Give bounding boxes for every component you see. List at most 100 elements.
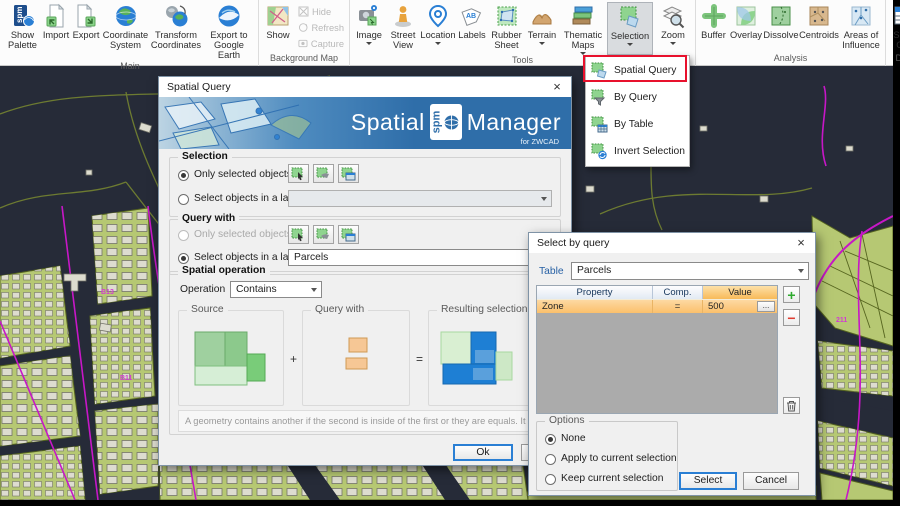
areas-of-influence-icon	[848, 3, 874, 29]
map-icon	[265, 3, 291, 29]
zoom-button[interactable]: Zoom	[653, 2, 693, 55]
brand-word-spatial: Spatial	[351, 109, 425, 136]
select-in-layer-radio[interactable]	[178, 194, 189, 205]
show-table-button[interactable]	[338, 164, 359, 183]
add-condition-button[interactable]: +	[783, 286, 800, 303]
column-header-comp[interactable]: Comp.	[653, 286, 703, 299]
bgmap-show-button[interactable]: Show	[261, 2, 295, 53]
location-button[interactable]: Location	[420, 2, 456, 55]
select-by-query-dialog: Select by query × Table Parcels Property…	[528, 232, 816, 496]
transform-coordinates-button[interactable]: Transform Coordinates	[150, 2, 202, 61]
operation-combo[interactable]: Contains	[230, 281, 322, 298]
brand-word-manager: Manager	[467, 109, 561, 136]
cell-comp[interactable]: =	[653, 300, 703, 313]
svg-text:spm: spm	[15, 7, 24, 23]
globe-icon	[113, 3, 139, 29]
hide-icon	[298, 6, 309, 17]
map-label-b13: B13	[101, 289, 114, 296]
buffer-button[interactable]: Buffer	[698, 2, 729, 53]
highlight-selection-button[interactable]	[313, 164, 334, 183]
cell-property[interactable]: Zone	[537, 300, 653, 313]
street-view-button[interactable]: Street View	[386, 2, 420, 55]
select-button[interactable]: Select	[679, 472, 737, 490]
rubber-sheet-button[interactable]: Rubber Sheet	[488, 2, 525, 55]
ribbon-toolbar: spm Show Palette Import Export Coordinat…	[0, 0, 893, 66]
bgmap-hide-button[interactable]: Hide	[295, 4, 347, 19]
map-label-211: 211	[836, 317, 847, 324]
invert-selection-icon	[591, 143, 608, 160]
query-layer-combo[interactable]: Parcels	[288, 249, 552, 266]
close-icon[interactable]: ×	[549, 79, 565, 94]
grid-table-icon	[892, 3, 900, 29]
menu-item-by-query[interactable]: By Query	[586, 84, 689, 111]
option-keep-radio[interactable]	[545, 474, 556, 485]
buffer-icon	[701, 3, 727, 29]
source-diagram	[179, 314, 283, 404]
thematic-maps-icon	[570, 3, 596, 29]
ribbon-group-analysis: Buffer Overlay Dissolve Centroids Areas …	[696, 0, 886, 66]
areas-of-influence-button[interactable]: Areas of Influence	[839, 2, 883, 53]
spatial-query-dialog: Spatial Query × Spatia	[158, 76, 572, 466]
selection-icon	[617, 4, 643, 30]
only-selected-objects-radio[interactable]	[178, 170, 189, 181]
query-select-in-layer-radio[interactable]	[178, 253, 189, 264]
image-button[interactable]: Image	[352, 2, 386, 55]
select-by-query-title: Select by query	[537, 237, 609, 249]
highlight-selection-button[interactable]	[313, 225, 334, 244]
spm-palette-icon: spm	[10, 3, 36, 29]
close-icon[interactable]: ×	[793, 235, 809, 250]
spatial-query-titlebar[interactable]: Spatial Query ×	[159, 77, 571, 97]
spm-globe-icon	[443, 114, 460, 131]
show-table-button[interactable]	[338, 225, 359, 244]
option-apply-radio[interactable]	[545, 454, 556, 465]
option-none-radio[interactable]	[545, 434, 556, 445]
annotation-highlight-box	[583, 55, 687, 82]
export-button[interactable]: Export	[71, 2, 101, 61]
selection-layer-combo[interactable]	[288, 190, 552, 207]
ribbon-group-label-background-map: Background Map	[259, 53, 349, 66]
table-combo[interactable]: Parcels	[571, 262, 809, 280]
menu-item-by-table[interactable]: By Table	[586, 111, 689, 138]
overlay-button[interactable]: Overlay	[729, 2, 763, 53]
overlay-icon	[733, 3, 759, 29]
application-window: B13 B11 211 spm Show Palette Import Expo	[0, 0, 900, 506]
query-grid: Property Comp. Value Zone = 500 ...	[536, 285, 778, 414]
brand-tagline: for ZWCAD	[521, 137, 559, 146]
thematic-maps-button[interactable]: Thematic Maps	[559, 2, 607, 55]
remove-condition-button[interactable]: −	[783, 309, 800, 326]
value-ellipsis-button[interactable]: ...	[757, 301, 775, 312]
column-header-value[interactable]: Value	[703, 286, 777, 299]
terrain-button[interactable]: Terrain	[525, 2, 559, 55]
grid-row[interactable]: Zone = 500 ...	[537, 299, 777, 313]
ribbon-group-label-data: Data	[886, 53, 900, 66]
ribbon-group-data: Show Grid Data	[886, 0, 900, 66]
by-table-icon	[591, 116, 608, 133]
show-palette-button[interactable]: spm Show Palette	[4, 2, 41, 61]
transform-globes-icon	[163, 3, 189, 29]
import-button[interactable]: Import	[41, 2, 71, 61]
query-only-selected-radio[interactable]	[178, 230, 189, 241]
clear-conditions-button[interactable]	[783, 397, 800, 414]
dropdown-caret-icon	[627, 43, 633, 46]
bgmap-refresh-button[interactable]: Refresh	[295, 20, 347, 35]
menu-item-invert-selection[interactable]: Invert Selection	[586, 138, 689, 165]
pick-on-screen-button[interactable]	[288, 164, 309, 183]
chevron-down-icon	[541, 197, 547, 201]
centroids-button[interactable]: Centroids	[799, 2, 839, 53]
coordinate-system-button[interactable]: Coordinate System	[101, 2, 150, 61]
show-grid-button[interactable]: Show Grid	[888, 2, 900, 53]
cancel-button[interactable]: Cancel	[743, 472, 799, 490]
selection-tool-buttons	[288, 164, 363, 183]
selection-button[interactable]: Selection	[607, 2, 653, 55]
dissolve-button[interactable]: Dissolve	[763, 2, 799, 53]
dropdown-caret-icon	[539, 42, 545, 45]
labels-button[interactable]: AB Labels	[456, 2, 488, 55]
trash-icon	[786, 400, 797, 412]
bgmap-capture-button[interactable]: Capture	[295, 36, 347, 51]
select-by-query-titlebar[interactable]: Select by query ×	[529, 233, 815, 253]
column-header-property[interactable]: Property	[537, 286, 653, 299]
labels-tag-icon: AB	[459, 3, 485, 29]
export-google-earth-button[interactable]: Export to Google Earth	[202, 2, 256, 61]
pick-on-screen-button[interactable]	[288, 225, 309, 244]
ok-button[interactable]: Ok	[453, 444, 513, 461]
